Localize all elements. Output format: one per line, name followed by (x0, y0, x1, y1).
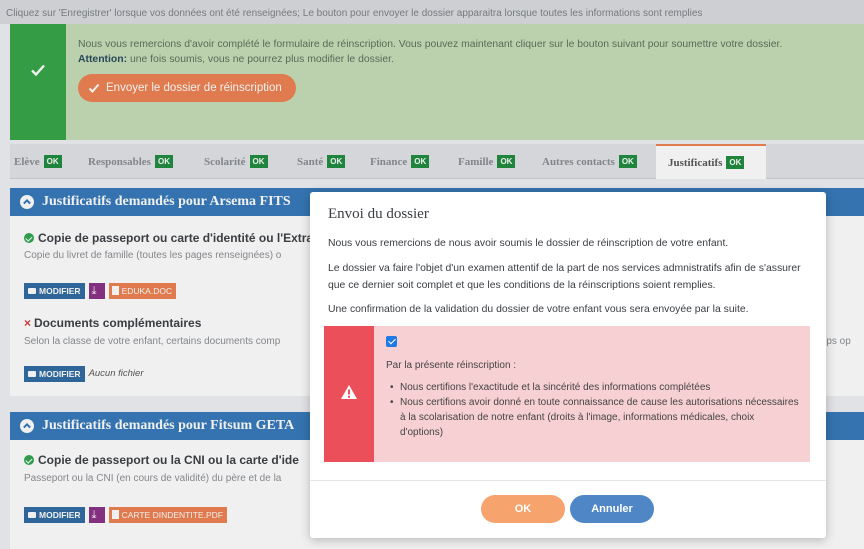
modal-paragraph-confirmation: Une confirmation de la validation du dos… (328, 304, 749, 315)
certification-alert: Par la présente réinscription : Nous cer… (324, 326, 810, 462)
cancel-button[interactable]: Annuler (570, 495, 654, 523)
certification-item: Nous certifions l'exactitude et la sincé… (390, 380, 800, 395)
modal-paragraph-review: Le dossier va faire l'objet d'un examen … (328, 263, 801, 291)
warning-icon (341, 385, 357, 399)
modal-paragraph-thanks: Nous vous remercions de nous avoir soumi… (328, 238, 729, 249)
modal-footer-divider (310, 480, 826, 481)
ok-button[interactable]: OK (481, 495, 565, 523)
warning-strip (324, 326, 374, 462)
send-dossier-modal: Envoi du dossier Nous vous remercions de… (310, 192, 826, 538)
certification-checkbox[interactable] (386, 336, 397, 347)
certification-intro: Par la présente réinscription : (386, 360, 517, 371)
certification-item: Nous certifions avoir donné en toute con… (390, 395, 800, 440)
modal-title: Envoi du dossier (328, 206, 429, 222)
certification-list: Nous certifions l'exactitude et la sincé… (390, 380, 800, 440)
